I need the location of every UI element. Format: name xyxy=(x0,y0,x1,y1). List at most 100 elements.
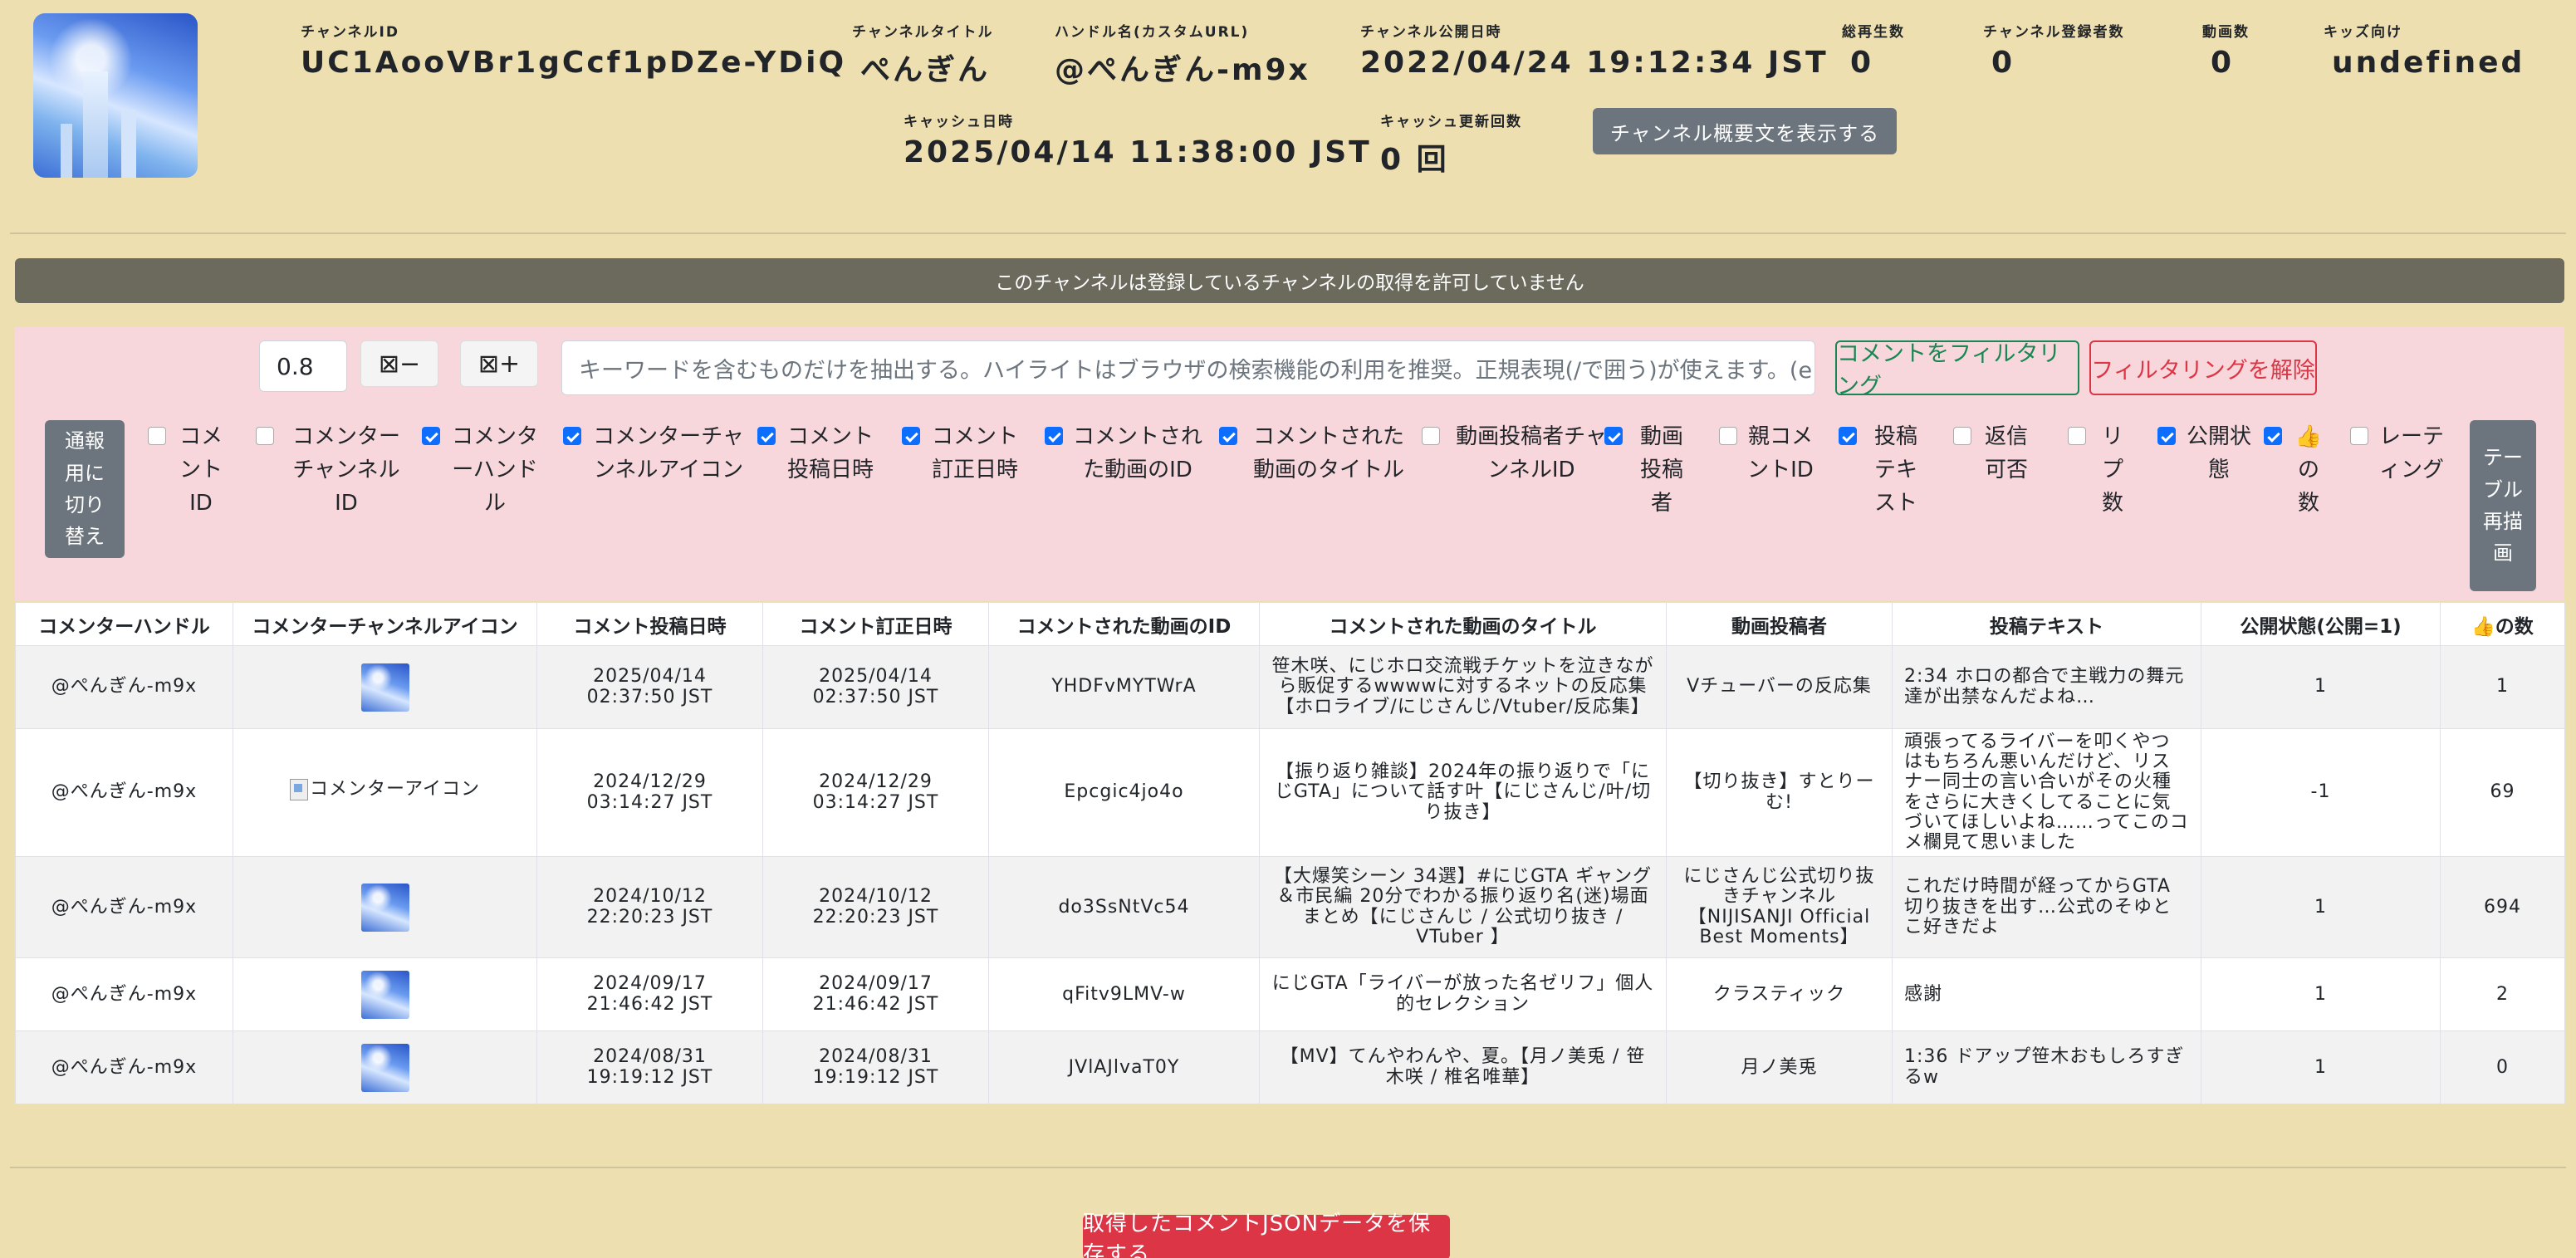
toggle-commenter-channel-id[interactable]: コメンターチャンネルID xyxy=(256,420,409,520)
toggle-commenter-channel-id-label: コメンターチャンネルID xyxy=(291,424,400,516)
cell-text: 感謝 xyxy=(1892,957,2201,1032)
toggle-uploader-checkbox[interactable] xyxy=(1604,427,1623,445)
cell-uploader: 【切り抜き】すとりーむ! xyxy=(1666,727,1893,858)
toggle-edited-at-label: コメント訂正日時 xyxy=(931,424,1018,482)
toggle-commenter-icon-label: コメンターチャンネルアイコン xyxy=(593,424,744,482)
toggle-public-status-label: 公開状態 xyxy=(2186,424,2251,482)
toggle-comment-id-checkbox[interactable] xyxy=(148,427,166,445)
report-mode-toggle[interactable]: 通報用に切り替え xyxy=(45,420,125,558)
zoom-in-icon: ⊠+ xyxy=(477,349,521,379)
keyword-input[interactable]: キーワードを含むものだけを抽出する。ハイライトはブラウザの検索機能の利用を推奨。… xyxy=(561,340,1815,395)
zoom-out-button[interactable]: ⊠− xyxy=(360,340,438,387)
cell-text: これだけ時間が経ってからGTA切り抜きを出す…公式のそゆとこ好きだよ xyxy=(1892,856,2201,959)
cell-video-title: 【MV】てんやわんや、夏。【月ノ美兎 / 笹木咲 / 椎名唯華】 xyxy=(1259,1030,1667,1105)
column-header[interactable]: コメンターチャンネルアイコン xyxy=(233,602,537,646)
toggle-edited-at[interactable]: コメント訂正日時 xyxy=(902,420,1026,487)
cell-edited: 2024/12/29 03:14:27 JST xyxy=(762,727,989,858)
toggle-likes[interactable]: 👍の数 xyxy=(2264,420,2330,520)
channel-id-label: チャンネルID xyxy=(301,24,399,41)
column-header[interactable]: コメント訂正日時 xyxy=(762,602,989,646)
show-about-button[interactable]: チャンネル概要文を表示する xyxy=(1593,108,1897,154)
toggle-commenter-handle-checkbox[interactable] xyxy=(422,427,440,445)
toggle-commenter-icon[interactable]: コメンターチャンネルアイコン xyxy=(563,420,746,487)
column-header[interactable]: 投稿テキスト xyxy=(1892,602,2201,646)
table-row: @ぺんぎん-m9x コメンターアイコン 2024/12/29 03:14:27 … xyxy=(15,727,2565,858)
column-header[interactable]: 公開状態(公開=1) xyxy=(2201,602,2441,646)
toggle-rating-checkbox[interactable] xyxy=(2350,427,2368,445)
column-header[interactable]: 👍の数 xyxy=(2440,602,2565,646)
column-header[interactable]: 動画投稿者 xyxy=(1666,602,1893,646)
channel-published-label: チャンネル公開日時 xyxy=(1360,24,1502,41)
toggle-post-text[interactable]: 投稿テキスト xyxy=(1839,420,1930,520)
toggle-rating-label: レーティング xyxy=(2378,424,2444,482)
table-row: @ぺんぎん-m9x 2025/04/14 02:37:50 JST 2025/0… xyxy=(15,645,2565,729)
toggle-video-title[interactable]: コメントされた動画のタイトル xyxy=(1219,420,1410,487)
toggle-video-id-label: コメントされた動画のID xyxy=(1073,424,1203,482)
toggle-reply-count-checkbox[interactable] xyxy=(2068,427,2086,445)
toggle-public-status-checkbox[interactable] xyxy=(2157,427,2176,445)
channel-subs-block: チャンネル登録者数 0 xyxy=(1983,20,2125,80)
cell-likes: 69 xyxy=(2440,727,2565,858)
toggle-posted-at[interactable]: コメント投稿日時 xyxy=(757,420,882,487)
toggle-rating[interactable]: レーティング xyxy=(2350,420,2450,487)
clear-filter-button[interactable]: フィルタリングを解除 xyxy=(2089,340,2317,395)
cell-posted: 2025/04/14 02:37:50 JST xyxy=(536,645,763,729)
toggle-edited-at-checkbox[interactable] xyxy=(902,427,920,445)
cell-public: 1 xyxy=(2201,645,2441,729)
toggle-video-id[interactable]: コメントされた動画のID xyxy=(1045,420,1202,487)
toggle-uploader[interactable]: 動画投稿者 xyxy=(1604,420,1696,520)
cell-uploader: クラスティック xyxy=(1666,957,1893,1032)
toggle-reply-allowed-label: 返信可否 xyxy=(1984,424,2028,482)
channel-handle-label: ハンドル名(カスタムURL) xyxy=(1055,24,1250,41)
channel-videos-label: 動画数 xyxy=(2202,24,2250,41)
toggle-post-text-checkbox[interactable] xyxy=(1839,427,1857,445)
scale-input[interactable]: 0.8 xyxy=(259,340,347,392)
column-header[interactable]: コメント投稿日時 xyxy=(536,602,763,646)
cell-icon: コメンターアイコン xyxy=(233,727,537,858)
toggle-video-title-checkbox[interactable] xyxy=(1219,427,1237,445)
toggle-uploader-channel-id-checkbox[interactable] xyxy=(1422,427,1440,445)
cell-likes: 0 xyxy=(2440,1030,2565,1105)
toggle-posted-at-label: コメント投稿日時 xyxy=(786,424,874,482)
toggle-commenter-handle[interactable]: コメンターハンドル xyxy=(422,420,546,520)
toggle-commenter-channel-id-checkbox[interactable] xyxy=(256,427,274,445)
cell-text: 頑張ってるライバーを叩くやつはもちろん悪いんだけど、リスナー同士の言い合いがその… xyxy=(1892,727,2201,858)
column-header[interactable]: コメントされた動画のタイトル xyxy=(1259,602,1667,646)
toggle-commenter-icon-checkbox[interactable] xyxy=(563,427,581,445)
channel-kids-block: キッズ向け undefined xyxy=(2324,20,2525,80)
footer-divider xyxy=(10,1167,2566,1168)
toggle-reply-allowed-checkbox[interactable] xyxy=(1953,427,1971,445)
toggle-reply-count[interactable]: リプ数 xyxy=(2068,420,2134,520)
toggle-comment-id[interactable]: コメントID xyxy=(148,420,238,520)
toggle-reply-allowed[interactable]: 返信可否 xyxy=(1953,420,2036,487)
cell-handle: @ぺんぎん-m9x xyxy=(15,856,233,959)
toggle-likes-checkbox[interactable] xyxy=(2264,427,2282,445)
cell-public: 1 xyxy=(2201,1030,2441,1105)
channel-kids-value: undefined xyxy=(2332,46,2525,80)
column-header[interactable]: コメントされた動画のID xyxy=(988,602,1260,646)
toggle-parent-comment-id-checkbox[interactable] xyxy=(1719,427,1737,445)
header-divider xyxy=(10,233,2566,234)
channel-videos-value: 0 xyxy=(2211,46,2235,80)
toggle-commenter-handle-label: コメンターハンドル xyxy=(451,424,538,516)
toggle-posted-at-checkbox[interactable] xyxy=(757,427,776,445)
channel-title-block: チャンネルタイトル ぺんぎん xyxy=(852,20,994,89)
toggle-video-id-checkbox[interactable] xyxy=(1045,427,1063,445)
filter-comments-button[interactable]: コメントをフィルタリング xyxy=(1835,340,2079,399)
zoom-in-button[interactable]: ⊠+ xyxy=(460,340,538,387)
toggle-video-title-label: コメントされた動画のタイトル xyxy=(1252,424,1404,482)
cell-posted: 2024/08/31 19:19:12 JST xyxy=(536,1030,763,1105)
save-json-button[interactable]: 取得したコメントJSONデータを保存する xyxy=(1083,1211,1450,1258)
toggle-parent-comment-id[interactable]: 親コメントID xyxy=(1719,420,1819,487)
toggle-uploader-channel-id[interactable]: 動画投稿者チャンネルID xyxy=(1422,420,1613,487)
column-header[interactable]: コメンターハンドル xyxy=(15,602,233,646)
table-row: @ぺんぎん-m9x 2024/08/31 19:19:12 JST 2024/0… xyxy=(15,1030,2565,1105)
commenter-avatar xyxy=(360,970,409,1019)
redraw-table-button[interactable]: テーブル再描画 xyxy=(2470,420,2536,591)
cell-video-id: Epcgic4jo4o xyxy=(988,727,1260,858)
cell-handle: @ぺんぎん-m9x xyxy=(15,727,233,858)
toggle-public-status[interactable]: 公開状態 xyxy=(2157,420,2257,487)
cache-count-value: 0 回 xyxy=(1380,143,1449,177)
keyword-placeholder: キーワードを含むものだけを抽出する。ハイライトはブラウザの検索機能の利用を推奨。… xyxy=(579,357,1814,384)
cell-video-title: 笹木咲、にじホロ交流戦チケットを泣きながら販促するwwwwに対するネットの反応集… xyxy=(1259,645,1667,729)
